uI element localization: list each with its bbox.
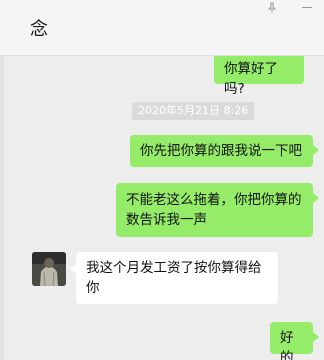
bubble-tail: [313, 193, 319, 203]
title-bar: 念: [0, 0, 324, 56]
message-bubble-incoming[interactable]: 我这个月发工资了按你算得给你: [76, 252, 278, 304]
message-bubble-outgoing[interactable]: 好的: [270, 322, 313, 360]
message-text: 你先把你算的跟我说一下吧: [140, 143, 302, 159]
message-text: 你算好了吗?: [224, 61, 278, 97]
message-bubble-outgoing[interactable]: 你先把你算的跟我说一下吧: [130, 135, 313, 167]
timestamp: 2020年5月21日 8:26: [132, 102, 255, 120]
avatar-image: [32, 252, 66, 286]
bubble-tail: [313, 145, 319, 155]
chat-window: 念 你算好了吗? 2020年5月21日 8:26 你先把你算的跟我说一下吧 不能…: [0, 0, 324, 360]
message-list[interactable]: 你算好了吗? 2020年5月21日 8:26 你先把你算的跟我说一下吧 不能老这…: [0, 56, 324, 360]
scrollbar-track[interactable]: [0, 56, 4, 360]
pin-icon[interactable]: [266, 2, 278, 14]
minimize-icon[interactable]: [302, 7, 312, 9]
contact-name: 念: [30, 19, 48, 40]
bubble-tail: [313, 332, 319, 342]
message-text: 不能老这么拖着，你把你算的数告诉我一声: [126, 192, 302, 228]
avatar[interactable]: [32, 252, 66, 286]
message-text: 我这个月发工资了按你算得给你: [86, 260, 262, 296]
message-bubble-outgoing[interactable]: 不能老这么拖着，你把你算的数告诉我一声: [116, 183, 313, 237]
message-text: 好的: [280, 330, 294, 360]
message-bubble-outgoing[interactable]: 你算好了吗?: [214, 56, 304, 97]
